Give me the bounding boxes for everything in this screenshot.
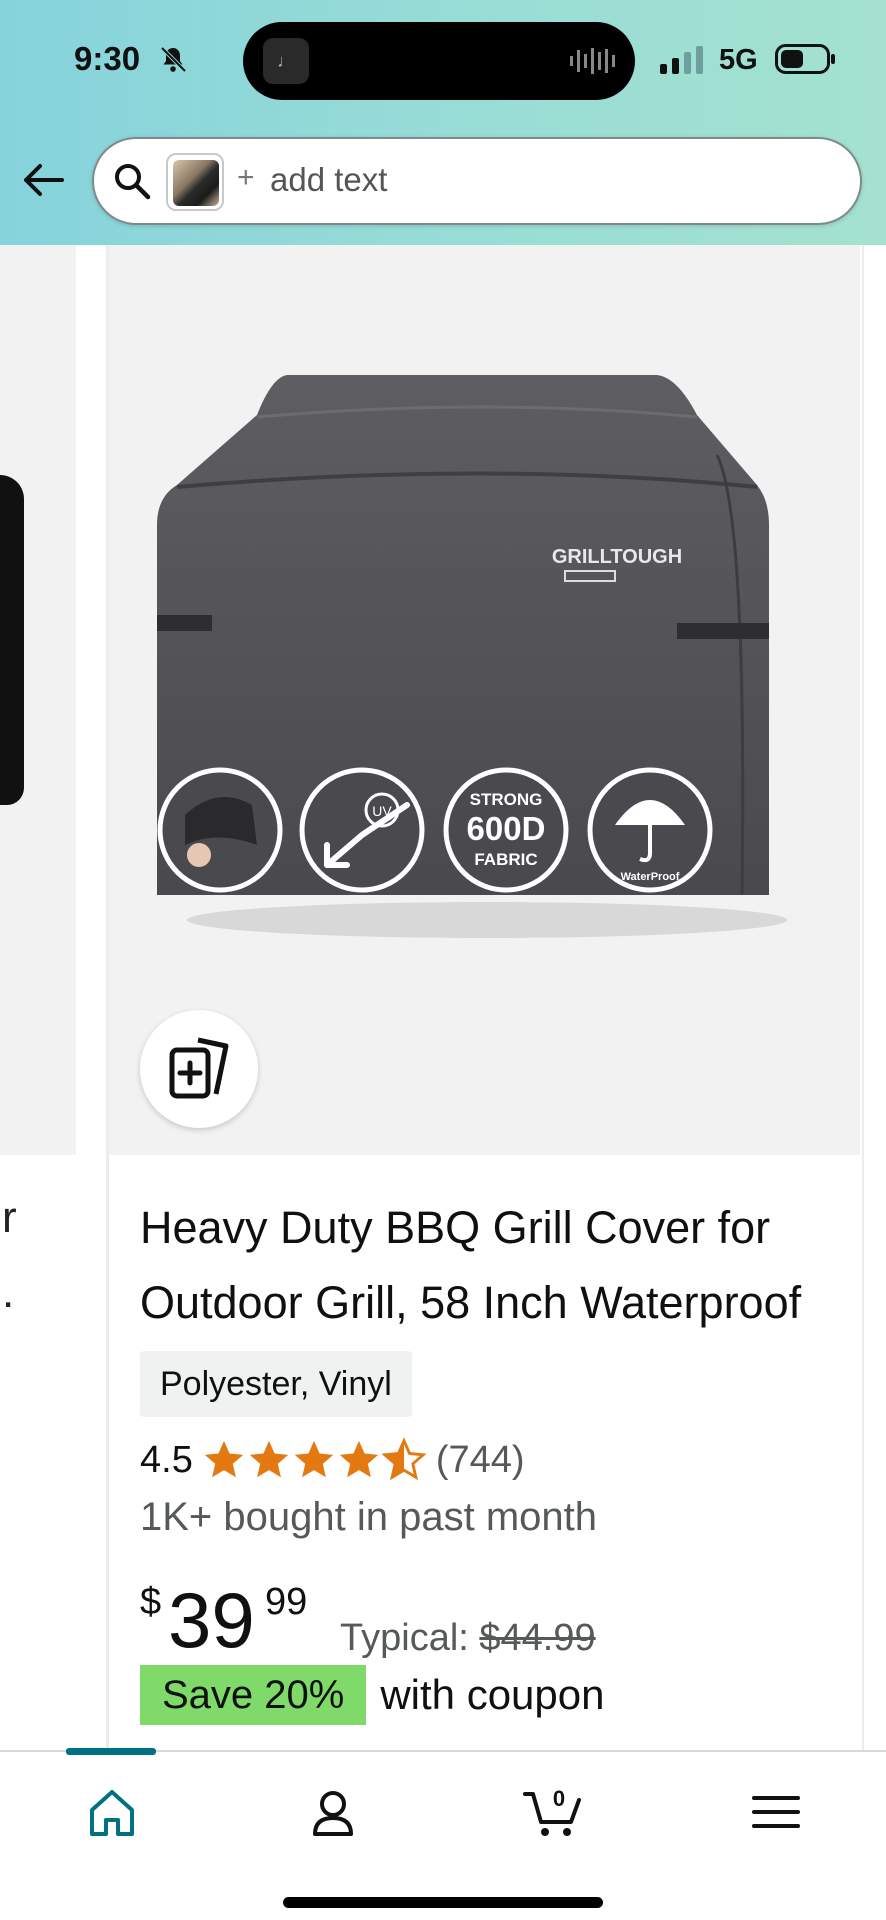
compare-button[interactable] [140, 1010, 258, 1128]
add-text-input[interactable]: add text [270, 161, 387, 199]
compare-cards-icon [169, 1037, 229, 1099]
material-tag: Polyester, Vinyl [140, 1351, 412, 1417]
star-full-icon [204, 1440, 243, 1478]
home-icon[interactable] [82, 1782, 142, 1842]
cart-count: 0 [553, 1786, 565, 1811]
star-full-icon [249, 1440, 288, 1478]
brand-logo: GRILLTOUGH [552, 546, 682, 568]
product-title[interactable]: Heavy Duty BBQ Grill Cover for Outdoor G… [140, 1190, 840, 1340]
search-bar[interactable]: + add text [92, 137, 862, 225]
waterproof-badge-label: WaterProof [621, 871, 680, 883]
rating-value: 4.5 [140, 1438, 193, 1481]
home-indicator[interactable] [283, 1897, 603, 1908]
signal-icon [660, 46, 703, 74]
rating-row[interactable]: 4.5 (744) [140, 1435, 525, 1485]
typical-label: Typical: [340, 1617, 469, 1659]
thumbnail-image [173, 160, 219, 206]
status-time: 9:30 [74, 40, 141, 77]
back-arrow-icon[interactable] [22, 158, 66, 202]
card-gap [76, 245, 108, 1750]
product-image-area[interactable]: GRILLTOUGH UV STRONG 600D FABRIC WaterPr… [109, 245, 860, 1155]
price-whole: 39 [168, 1576, 255, 1664]
strong-badge-label: STRONG [470, 790, 543, 809]
save-badge: Save 20% [140, 1665, 367, 1725]
menu-icon[interactable] [746, 1782, 806, 1842]
typical-price-row: Typical: $44.99 [340, 1617, 596, 1660]
star-full-icon [339, 1440, 378, 1478]
previous-product-image [0, 475, 24, 805]
bought-count: 1K+ bought in past month [140, 1495, 597, 1539]
price-cents: 99 [265, 1581, 308, 1623]
battery-icon [775, 44, 835, 74]
coupon-row[interactable]: Save 20% with coupon [140, 1665, 605, 1725]
search-image-thumbnail[interactable] [166, 153, 224, 211]
right-divider [862, 245, 864, 1750]
star-rating [201, 1437, 427, 1483]
results-area: r . GRILLTOUGH UV STRONG 600D FABRIC Wat… [0, 245, 886, 1750]
star-full-icon [294, 1440, 333, 1478]
active-tab-indicator [66, 1748, 156, 1755]
product-card[interactable]: GRILLTOUGH UV STRONG 600D FABRIC WaterPr… [109, 245, 860, 1750]
typical-price: $44.99 [479, 1617, 596, 1659]
music-app-icon: ♩ [263, 38, 309, 84]
600d-badge-label: 600D [467, 810, 546, 847]
grill-cover-image: GRILLTOUGH UV STRONG 600D FABRIC WaterPr… [157, 375, 787, 938]
review-count[interactable]: (744) [436, 1439, 525, 1482]
search-icon [115, 164, 151, 200]
previous-product-card[interactable] [0, 245, 76, 1155]
bell-off-icon [160, 46, 187, 73]
price-currency: $ [140, 1581, 162, 1623]
coupon-text: with coupon [380, 1671, 605, 1718]
network-type: 5G [719, 44, 758, 76]
account-icon[interactable] [303, 1782, 363, 1842]
previous-title-fragment-2: . [2, 1268, 15, 1317]
bottom-nav: 0 [0, 1748, 886, 1920]
dynamic-island: ♩ [243, 22, 635, 100]
fabric-badge-label: FABRIC [474, 850, 537, 869]
header: 9:30 ♩ 5G + add text [0, 0, 886, 245]
cart-icon[interactable]: 0 [523, 1782, 583, 1842]
waveform-icon [570, 48, 615, 74]
add-plus-icon: + [237, 161, 255, 194]
star-half-icon [381, 1437, 427, 1481]
previous-title-fragment: r [2, 1193, 17, 1242]
